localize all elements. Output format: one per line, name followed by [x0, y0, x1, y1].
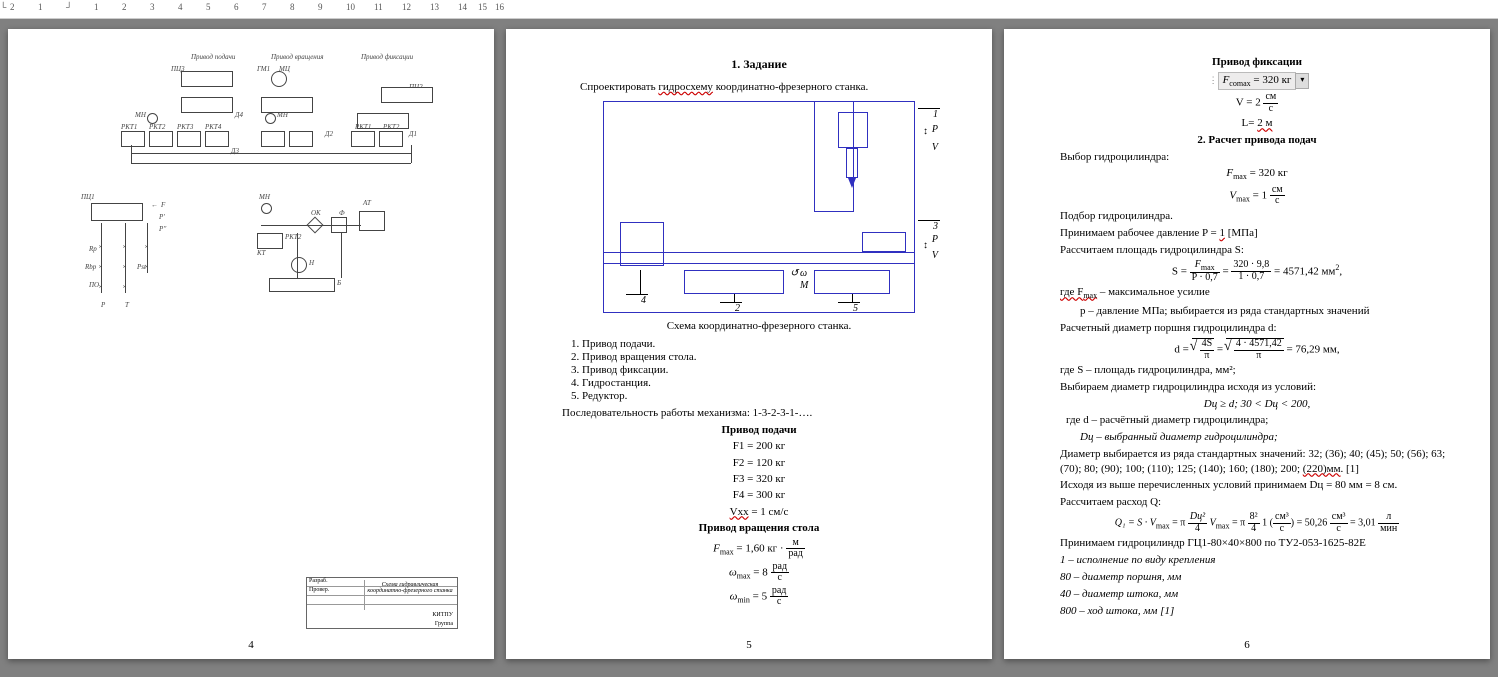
label-d4: Д4: [235, 111, 243, 119]
label-rkt2b: РКТ2: [383, 123, 399, 131]
label-mn2: МН: [277, 111, 288, 119]
task-text: Спроектировать гидросхему координатно-фр…: [562, 80, 956, 95]
sequence-text: Последовательность работы механизма: 1-3…: [562, 406, 956, 421]
callout-2: 2: [720, 302, 742, 314]
p-diam: Расчетный диаметр поршня гидроцилиндра d…: [1060, 321, 1454, 336]
page-5[interactable]: 1. Задание Спроектировать гидросхему коо…: [506, 29, 992, 659]
page-number: 4: [248, 639, 254, 651]
f2: F2 = 120 кг: [562, 456, 956, 470]
label-rbp: Rbp: [85, 263, 96, 271]
equation-editor-cell: ⋮ Fcomax = 320 кг ▾: [1218, 72, 1297, 91]
eq-d: d = 4Sπ = 4 · 4571,42π = 76,29 мм,: [1060, 338, 1454, 361]
label-kt: КТ: [257, 249, 266, 257]
p-stroke: 800 – ход штока, мм [1]: [1060, 604, 1454, 619]
p-pressure: Принимаем рабочее давление P = 1 [МПа]: [1060, 226, 1454, 241]
drawing-title-block: Схема гидравлическая координатно-фрезерн…: [306, 577, 458, 629]
label-n: Н: [309, 259, 314, 267]
label-pc1: ПЦ1: [81, 193, 95, 201]
callout-4: 4: [626, 294, 648, 306]
page-number: 5: [746, 639, 752, 651]
label-d2: Д2: [325, 130, 333, 138]
eq-Q: Q₁ = S · Vmax = π Dц²4 Vmax = π 8²4 1 (с…: [1060, 512, 1454, 534]
label-rotation-drive: Привод вращения: [271, 53, 324, 61]
eq-fcomax[interactable]: ⋮ Fcomax = 320 кг ▾: [1060, 72, 1454, 91]
eq-fmax: Fmax = 1,60 кг · мрад: [562, 538, 956, 560]
label-d1: Д1: [409, 130, 417, 138]
p-select: Подбор гидроцилиндра.: [1060, 209, 1454, 224]
label-rkt1: РКТ1: [121, 123, 137, 131]
label-F: F: [161, 201, 165, 209]
p-accept-cyl: Принимаем гидроцилиндр ГЦ1-80×40×800 по …: [1060, 536, 1454, 551]
label-rkt2c: РКТ2: [285, 233, 301, 241]
callout-1: 1: [918, 108, 940, 120]
eq-vmax2: Vmax = 1 смс: [1060, 185, 1454, 207]
eq-v-fix: V = 2 смс: [1060, 92, 1454, 114]
label-gm1: ГМ1: [257, 65, 270, 73]
section2-heading: 2. Расчет привода подач: [1197, 134, 1316, 146]
workspace[interactable]: Привод подачи Привод вращения Привод фик…: [0, 19, 1498, 669]
label-rkt3: РКТ3: [177, 123, 193, 131]
label-at: АТ: [363, 199, 371, 207]
label-feed-drive: Привод подачи: [191, 53, 235, 61]
p-where-d: где d – расчётный диаметр гидроцилиндра;: [1060, 413, 1454, 428]
p-calcS: Рассчитаем площадь гидроцилиндра S:: [1060, 243, 1454, 258]
p-piston: 80 – диаметр поршня, мм: [1060, 570, 1454, 585]
eq-cond: Dц ≥ d; 30 < Dц < 200,: [1060, 397, 1454, 411]
label-pprime: P': [159, 213, 165, 221]
p-choice: Выбор гидроцилиндра:: [1060, 150, 1454, 165]
f3: F3 = 320 кг: [562, 472, 956, 486]
p-where-fmax: где Fmax – максимальное усилие: [1060, 285, 1454, 302]
component-list: Привод подачи. Привод вращения стола. Пр…: [582, 338, 956, 402]
page-number: 6: [1244, 639, 1250, 651]
f4: F4 = 300 кг: [562, 488, 956, 502]
eq-l-fix: L= 2 м: [1060, 116, 1454, 130]
label-mn1: МН: [135, 111, 146, 119]
p-where-Dc: Dц – выбранный диаметр гидроцилиндра;: [1060, 430, 1454, 445]
page5-heading: 1. Задание: [562, 57, 956, 72]
label-rkt2: РКТ2: [149, 123, 165, 131]
p-calcQ: Рассчитаем расход Q:: [1060, 495, 1454, 510]
feed-drive-heading: Привод подачи: [721, 424, 796, 436]
label-rkt1b: РКТ1: [355, 123, 371, 131]
p-where-S: где S – площадь гидроцилиндра, мм²;: [1060, 363, 1454, 378]
p-std-row: Диаметр выбирается из ряда стандартных з…: [1060, 447, 1454, 477]
eq-wmin: ωmin = 5 радс: [562, 586, 956, 608]
label-rkt4: РКТ4: [205, 123, 221, 131]
hydraulic-schematic: Привод подачи Привод вращения Привод фик…: [81, 53, 441, 313]
label-P: P: [101, 301, 105, 309]
equation-dropdown-icon[interactable]: ▾: [1295, 73, 1309, 89]
vxx: Vxx = 1 см/с: [562, 505, 956, 519]
p-where-p: p – давление МПа; выбирается из ряда ста…: [1060, 304, 1454, 319]
callout-3: 3: [918, 220, 940, 232]
label-fph: Ф: [339, 209, 345, 217]
label-fixation-drive: Привод фиксации: [361, 53, 413, 61]
p-rod: 40 – диаметр штока, мм: [1060, 587, 1454, 602]
rotation-drive-heading: Привод вращения стола: [699, 522, 820, 534]
label-b: Б: [337, 279, 341, 287]
label-pprime2: P'': [159, 225, 166, 233]
p-exec: 1 – исполнение по виду крепления: [1060, 553, 1454, 568]
page-4[interactable]: Привод подачи Привод вращения Привод фик…: [8, 29, 494, 659]
fixation-drive-heading: Привод фиксации: [1212, 56, 1302, 68]
machine-scheme: 1 ↕ P V 3 ↕ P V 4 2 ↺ ω M 5: [603, 101, 915, 313]
p-accept-d: Исходя из выше перечисленных условий при…: [1060, 478, 1454, 493]
eq-fmax2: Fmax = 320 кг: [1060, 166, 1454, 183]
eq-wmax: ωmax = 8 радс: [562, 562, 956, 584]
callout-5: 5: [838, 302, 860, 314]
page-6[interactable]: Привод фиксации ⋮ Fcomax = 320 кг ▾ V = …: [1004, 29, 1490, 659]
label-rp: Rp: [89, 245, 97, 253]
p-choose-d: Выбираем диаметр гидроцилиндра исходя из…: [1060, 380, 1454, 395]
f1: F1 = 200 кг: [562, 439, 956, 453]
label-ok: ОК: [311, 209, 321, 217]
eq-S: S = FmaxP · 0,7 = 320 · 9,81 · 0,7 = 457…: [1060, 260, 1454, 284]
label-mn3: МН: [259, 193, 270, 201]
label-T: T: [125, 301, 129, 309]
horizontal-ruler: └ 2 1 ┘ 1 2 3 4 5 6 7 8 9 10 11 12 13 14…: [0, 0, 1498, 19]
scheme-caption: Схема координатно-фрезерного станка.: [562, 319, 956, 334]
